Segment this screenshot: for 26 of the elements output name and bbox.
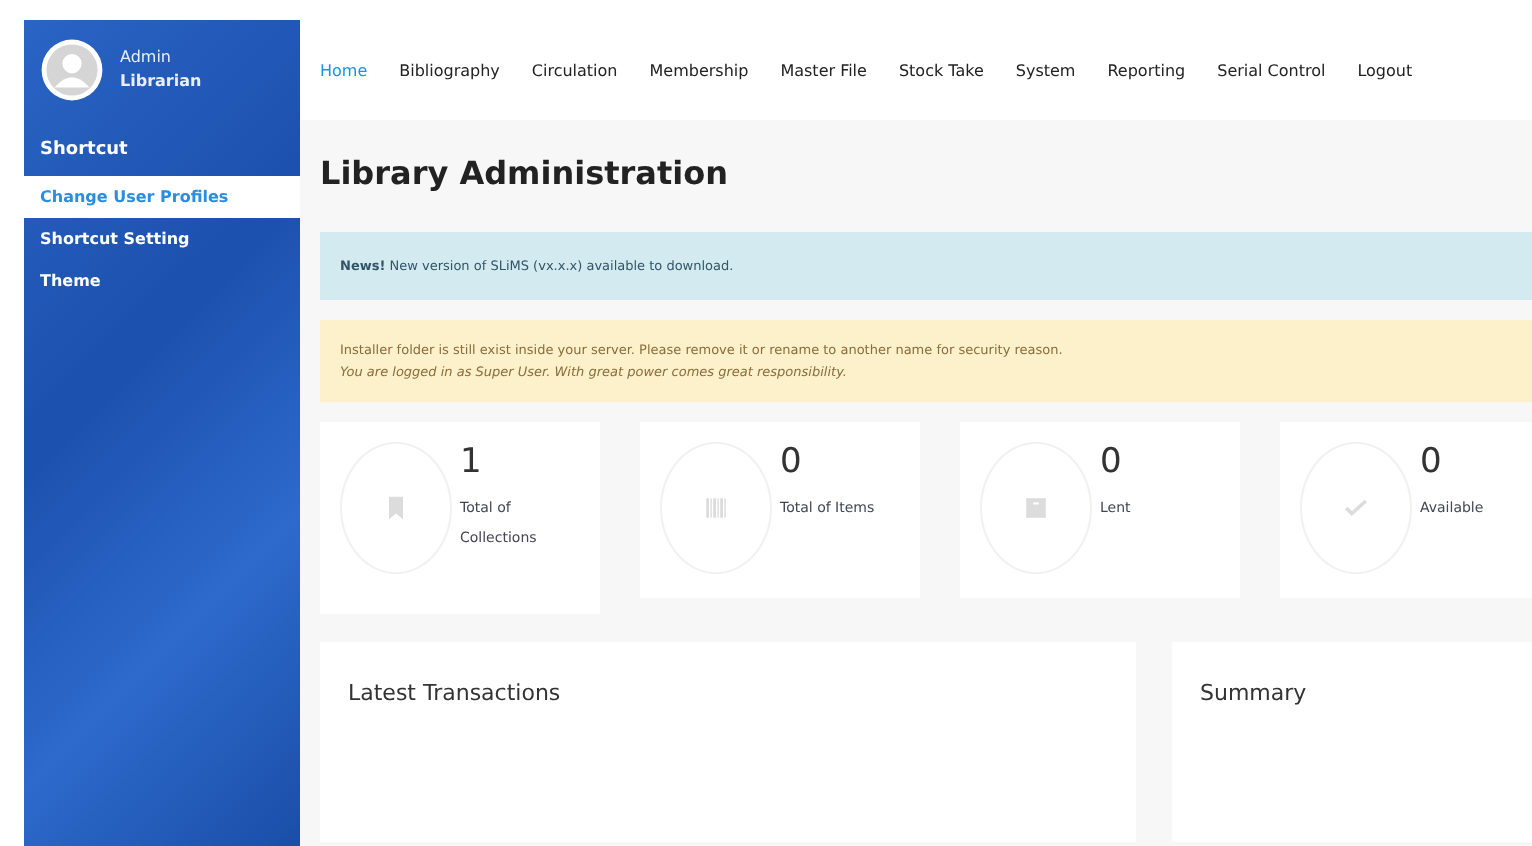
user-name: Admin (120, 46, 173, 70)
panel-title: Latest Transactions (348, 680, 561, 706)
stat-value: 0 (1100, 442, 1124, 482)
stat-value: 1 (460, 442, 484, 482)
nav-tab[interactable]: Bibliography (399, 61, 500, 79)
nav-tab[interactable]: Serial Control (1217, 61, 1326, 79)
nav-tab[interactable]: Reporting (1107, 61, 1186, 79)
panel-title: Summary (1200, 680, 1307, 706)
sidebar-item[interactable]: Shortcut Setting (24, 218, 300, 260)
check-icon (1342, 494, 1370, 522)
sidebar-item[interactable]: Theme (24, 260, 300, 302)
sidebar-heading: Shortcut (38, 138, 130, 164)
nav-tab[interactable]: Stock Take (898, 61, 984, 79)
nav-tab[interactable]: System (1015, 61, 1076, 79)
nav-tab[interactable]: Master File (780, 61, 867, 79)
user-role: Librarian (120, 70, 202, 94)
stat-value: 0 (780, 442, 804, 482)
sidebar-item[interactable]: Change User Profiles (24, 176, 300, 218)
stat-value: 0 (1420, 442, 1444, 482)
barcode-icon (702, 494, 730, 522)
page-title: Library Administration (320, 154, 730, 192)
avatar-icon (40, 38, 104, 102)
nav-tab[interactable]: Logout (1357, 61, 1413, 79)
nav-tab[interactable]: Circulation (531, 61, 618, 79)
nav-tab[interactable]: Membership (649, 61, 749, 79)
box-icon (1022, 494, 1050, 522)
